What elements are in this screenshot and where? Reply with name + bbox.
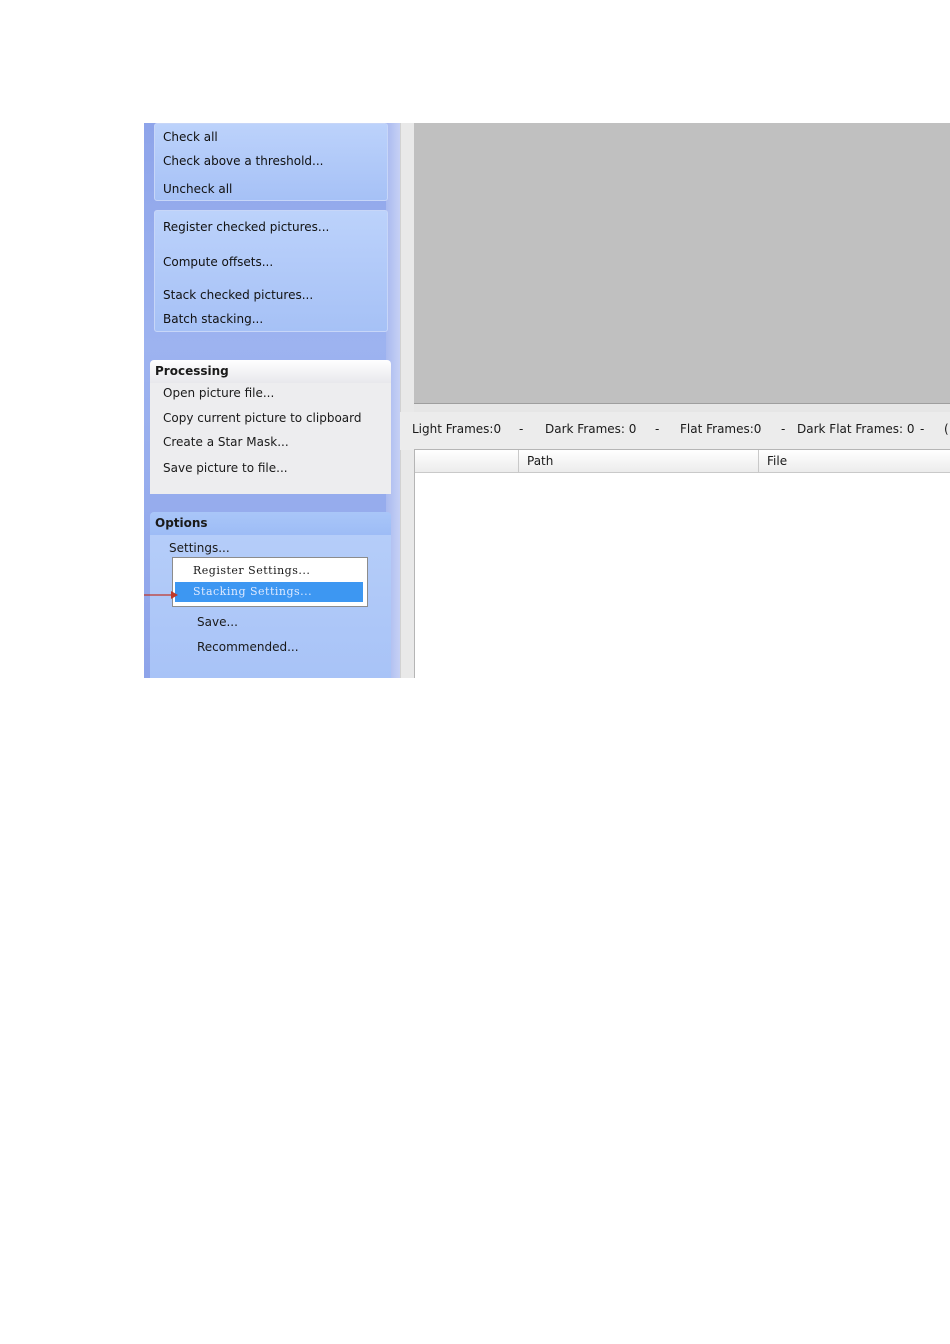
vertical-splitter[interactable] (400, 123, 415, 678)
dark-flat-frames-count: Dark Flat Frames: 0 (797, 422, 915, 436)
settings-link[interactable]: Settings... (169, 541, 230, 555)
application-window: Check all Check above a threshold... Unc… (144, 123, 950, 678)
processing-header[interactable]: Processing (150, 360, 391, 383)
column-header-path[interactable]: Path (518, 450, 758, 472)
frames-status-bar: Light Frames:0 - Dark Frames: 0 - Flat F… (400, 412, 950, 450)
settings-popup-menu: Register Settings... Stacking Settings..… (172, 557, 368, 607)
status-separator: - (519, 422, 524, 436)
file-list[interactable]: Path File (414, 449, 950, 678)
create-star-mask-link[interactable]: Create a Star Mask... (163, 435, 289, 449)
compute-offsets-link[interactable]: Compute offsets... (163, 255, 273, 269)
status-separator: - (920, 422, 925, 436)
register-checked-link[interactable]: Register checked pictures... (163, 220, 329, 234)
processing-panel: Processing Open picture file... Copy cur… (150, 360, 391, 494)
options-header[interactable]: Options (150, 512, 391, 535)
check-all-link[interactable]: Check all (163, 130, 218, 144)
light-frames-count: Light Frames:0 (412, 422, 502, 436)
copy-to-clipboard-link[interactable]: Copy current picture to clipboard (163, 411, 361, 425)
flat-frames-count: Flat Frames:0 (680, 422, 762, 436)
check-actions-group: Check all Check above a threshold... Unc… (154, 123, 388, 201)
status-separator: - (781, 422, 786, 436)
dark-frames-count: Dark Frames: 0 (545, 422, 637, 436)
open-picture-link[interactable]: Open picture file... (163, 386, 274, 400)
picture-preview-area[interactable] (414, 123, 950, 404)
task-pane: Check all Check above a threshold... Unc… (144, 123, 400, 678)
stacking-settings-menu-item[interactable]: Stacking Settings... (175, 582, 363, 602)
column-header-file[interactable]: File (758, 450, 950, 472)
status-separator: - (655, 422, 660, 436)
status-overflow-text: ( (944, 422, 949, 436)
check-above-threshold-link[interactable]: Check above a threshold... (163, 154, 323, 168)
stack-checked-link[interactable]: Stack checked pictures... (163, 288, 313, 302)
recommended-link[interactable]: Recommended... (197, 640, 299, 654)
file-list-header: Path File (415, 450, 950, 473)
processing-body: Open picture file... Copy current pictur… (150, 383, 391, 494)
batch-stacking-link[interactable]: Batch stacking... (163, 312, 263, 326)
save-picture-link[interactable]: Save picture to file... (163, 461, 288, 475)
stacking-actions-group: Register checked pictures... Compute off… (154, 210, 388, 332)
column-header-check[interactable] (415, 450, 518, 472)
uncheck-all-link[interactable]: Uncheck all (163, 182, 232, 196)
register-settings-menu-item[interactable]: Register Settings... (175, 561, 363, 581)
save-settings-link[interactable]: Save... (197, 615, 238, 629)
horizontal-splitter[interactable] (414, 404, 950, 412)
red-arrow-annotation (144, 591, 178, 599)
